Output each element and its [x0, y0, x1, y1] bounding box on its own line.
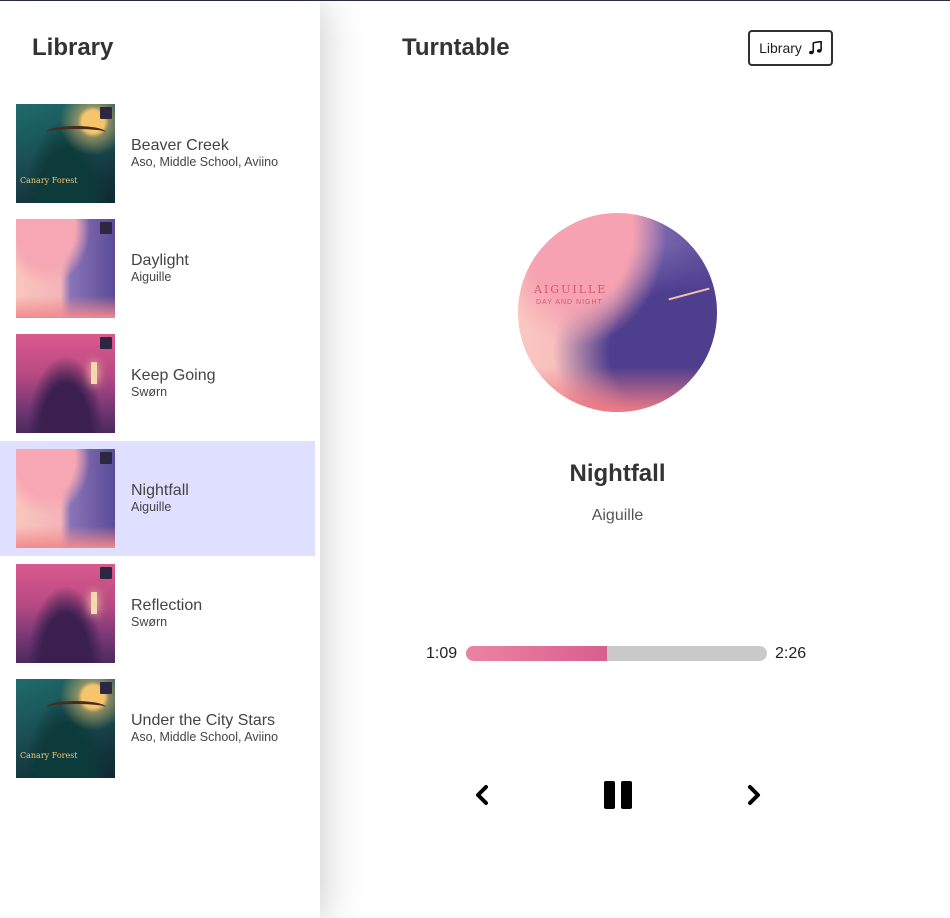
- app-title: Turntable: [402, 34, 510, 61]
- pause-icon: [604, 781, 632, 809]
- song-item-nightfall[interactable]: Nightfall Aiguille: [0, 441, 315, 556]
- song-artist: Aso, Middle School, Aviino: [131, 155, 279, 169]
- song-artist: Aso, Middle School, Aviino: [131, 730, 279, 744]
- song-artist: Swørn: [131, 615, 168, 629]
- album-art-subtext: DAY AND NIGHT: [536, 299, 603, 306]
- album-cover: [16, 449, 115, 548]
- album-cover: [16, 564, 115, 663]
- track-artist: Aiguille: [591, 507, 644, 524]
- song-title: Under the City Stars: [131, 712, 276, 729]
- album-cover: Canary Forest: [16, 679, 115, 778]
- total-time: 2:26: [775, 645, 807, 662]
- album-cover: [16, 219, 115, 318]
- song-title: Reflection: [131, 597, 203, 614]
- album-cover: Canary Forest: [16, 104, 115, 203]
- cover-caption: Canary Forest: [20, 176, 78, 185]
- song-title: Daylight: [131, 252, 189, 269]
- song-artist: Aiguille: [131, 500, 172, 514]
- label-badge-icon: [100, 567, 112, 579]
- label-badge-icon: [100, 222, 112, 234]
- seek-bar[interactable]: [466, 646, 767, 661]
- music-note-icon: [808, 41, 822, 55]
- song-item-reflection[interactable]: Reflection Swørn: [0, 556, 315, 671]
- library-button-label: Library: [759, 40, 802, 56]
- art-streak: [668, 287, 710, 301]
- album-art: AIGUILLE DAY AND NIGHT: [518, 213, 717, 412]
- chevron-left-icon: [476, 785, 488, 805]
- song-title: Beaver Creek: [131, 137, 229, 154]
- song-artist: Aiguille: [131, 270, 172, 284]
- album-cover: [16, 334, 115, 433]
- play-pause-button[interactable]: [602, 779, 634, 811]
- skip-forward-button[interactable]: [742, 783, 766, 807]
- skip-back-button[interactable]: [470, 783, 494, 807]
- song-title: Nightfall: [131, 482, 189, 499]
- library-panel: Library Canary Forest Beaver Creek Aso, …: [0, 1, 320, 918]
- cover-caption: Canary Forest: [20, 751, 78, 760]
- song-item-keep-going[interactable]: Keep Going Swørn: [0, 326, 315, 441]
- song-item-beaver-creek[interactable]: Canary Forest Beaver Creek Aso, Middle S…: [0, 96, 315, 211]
- label-badge-icon: [100, 452, 112, 464]
- current-time: 1:09: [426, 645, 458, 662]
- label-badge-icon: [100, 107, 112, 119]
- song-title: Keep Going: [131, 367, 216, 384]
- song-item-under-the-city-stars[interactable]: Canary Forest Under the City Stars Aso, …: [0, 671, 315, 786]
- album-art-text: AIGUILLE: [534, 283, 608, 296]
- label-badge-icon: [100, 337, 112, 349]
- song-artist: Swørn: [131, 385, 168, 399]
- chevron-right-icon: [748, 785, 760, 805]
- seek-bar-fill: [466, 646, 608, 661]
- track-title: Nightfall: [569, 460, 666, 487]
- library-toggle-button[interactable]: Library: [748, 30, 833, 66]
- song-item-daylight[interactable]: Daylight Aiguille: [0, 211, 315, 326]
- song-list: Canary Forest Beaver Creek Aso, Middle S…: [0, 96, 315, 786]
- library-title: Library: [32, 34, 114, 61]
- label-badge-icon: [100, 682, 112, 694]
